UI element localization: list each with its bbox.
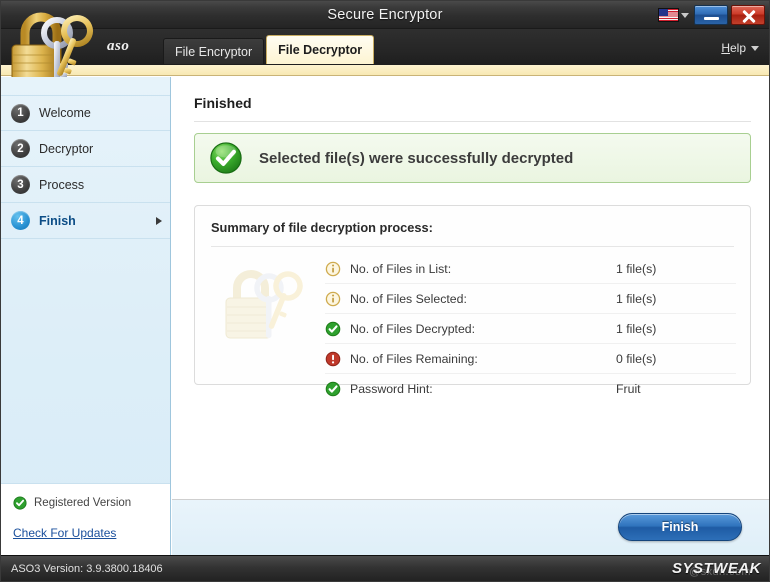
sidebar-item-process[interactable]: 3 Process: [1, 167, 170, 203]
summary-panel-heading: Summary of file decryption process:: [211, 220, 433, 235]
sidebar-item-welcome[interactable]: 1 Welcome: [1, 95, 170, 131]
version-text: ASO3 Version: 3.9.3800.18406: [11, 563, 163, 575]
sidebar-item-label: Decryptor: [39, 141, 94, 156]
close-button[interactable]: [731, 5, 765, 25]
sidebar-item-finish[interactable]: 4 Finish: [1, 203, 170, 239]
summary-value: 1 file(s): [616, 261, 657, 276]
help-menu[interactable]: Help: [721, 41, 759, 55]
success-check-icon: [210, 142, 242, 174]
sidebar-item-decryptor[interactable]: 2 Decryptor: [1, 131, 170, 167]
footer-bar: Finish: [172, 499, 769, 555]
help-label: elp: [729, 41, 746, 55]
check-icon: [325, 321, 341, 336]
summary-panel: Summary of file decryption process: No. …: [194, 205, 751, 397]
step-number-badge: 3: [11, 175, 30, 194]
summary-label: Password Hint:: [350, 382, 433, 396]
status-bar: ASO3 Version: 3.9.3800.18406 SYSTWEAK @s…: [1, 555, 769, 581]
check-icon: [13, 496, 27, 510]
warning-icon: [325, 351, 341, 366]
sidebar-footer: Registered Version Check For Updates: [1, 483, 170, 555]
sidebar: 1 Welcome 2 Decryptor 3 Process 4 Finish: [1, 77, 171, 555]
check-for-updates-link[interactable]: Check For Updates: [13, 526, 116, 540]
window-title: Secure Encryptor: [327, 7, 443, 23]
brand-logo-text: aso: [107, 38, 130, 54]
window-controls: [656, 3, 765, 27]
table-row: Password Hint: Fruit: [325, 374, 736, 404]
gold-accent-bar: [1, 65, 769, 76]
sidebar-item-label: Process: [39, 177, 85, 192]
summary-value: 1 file(s): [616, 321, 657, 336]
sidebar-item-label: Finish: [39, 213, 76, 228]
padlock-keys-watermark-icon: [225, 270, 303, 339]
title-divider: [194, 121, 751, 122]
summary-panel-divider: [211, 246, 734, 247]
table-row: No. of Files Selected: 1 file(s): [325, 284, 736, 314]
summary-label: No. of Files Decrypted:: [350, 321, 476, 336]
registration-status: Registered Version: [13, 496, 170, 510]
table-row: No. of Files in List: 1 file(s): [325, 254, 736, 284]
language-selector[interactable]: [656, 8, 691, 22]
summary-label: No. of Files Selected:: [350, 291, 467, 306]
check-icon: [325, 381, 341, 397]
chevron-down-icon: [751, 45, 759, 51]
chevron-right-icon: [156, 216, 162, 225]
info-icon: [325, 291, 341, 306]
summary-value: 1 file(s): [616, 291, 657, 306]
wizard-step-list: 1 Welcome 2 Decryptor 3 Process 4 Finish: [1, 95, 170, 239]
application-window: Secure Encryptor aso File Encryptor File…: [0, 0, 770, 582]
step-number-badge: 1: [11, 103, 30, 123]
chevron-down-icon: [681, 12, 689, 18]
step-number-badge: 4: [11, 211, 30, 230]
page-title: Finished: [194, 95, 252, 111]
step-number-badge: 2: [11, 139, 30, 158]
table-row: No. of Files Remaining: 0 file(s): [325, 344, 736, 374]
tab-bar: aso File Encryptor File Decryptor Help: [1, 29, 769, 65]
sidebar-item-label: Welcome: [39, 106, 91, 120]
help-accel: H: [721, 41, 730, 55]
us-flag-icon: [658, 8, 679, 22]
table-row: No. of Files Decrypted: 1 file(s): [325, 314, 736, 344]
tab-file-encryptor[interactable]: File Encryptor: [163, 38, 265, 64]
tab-file-decryptor[interactable]: File Decryptor: [266, 35, 375, 64]
registration-label: Registered Version: [34, 497, 132, 509]
summary-value: Fruit: [616, 382, 641, 396]
finish-button[interactable]: Finish: [618, 513, 742, 541]
watermark-text: @sxdn.com: [689, 566, 751, 578]
summary-rows: No. of Files in List: 1 file(s) No. of F…: [325, 254, 736, 404]
success-banner: Selected file(s) were successfully decry…: [194, 133, 751, 183]
summary-label: No. of Files Remaining:: [350, 351, 478, 366]
info-icon: [325, 261, 341, 276]
tab-group: File Encryptor File Decryptor: [163, 35, 376, 64]
title-bar: Secure Encryptor: [1, 1, 769, 29]
success-banner-text: Selected file(s) were successfully decry…: [259, 149, 574, 167]
minimize-button[interactable]: [694, 5, 728, 25]
summary-label: No. of Files in List:: [350, 261, 452, 276]
main-content: Finished Selected file(s) were successfu…: [172, 77, 769, 555]
summary-value: 0 file(s): [616, 351, 657, 366]
